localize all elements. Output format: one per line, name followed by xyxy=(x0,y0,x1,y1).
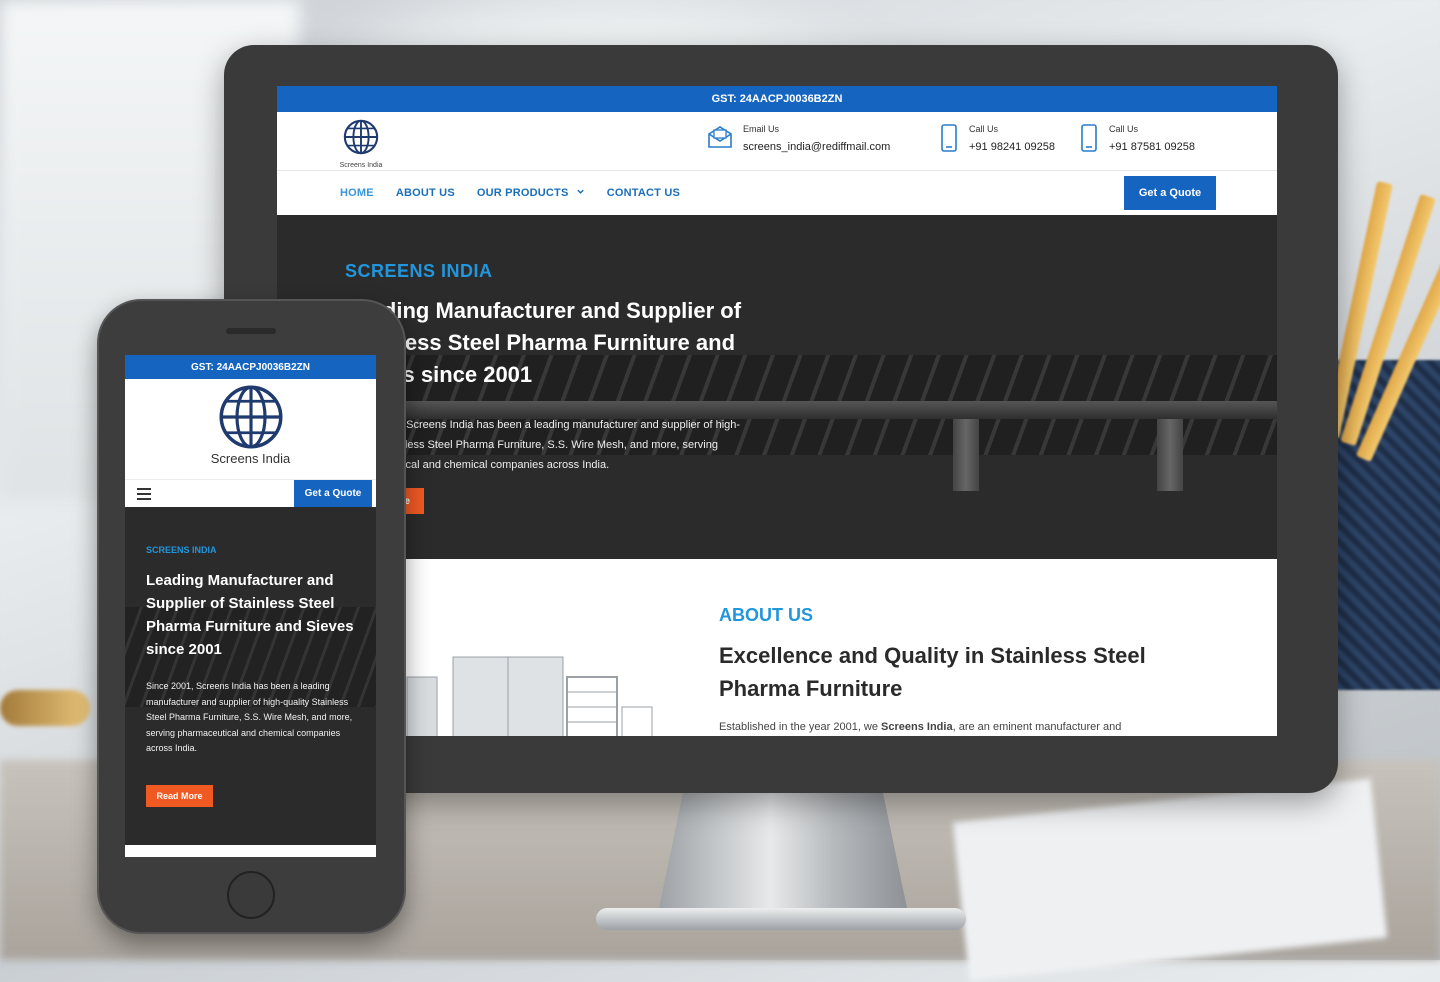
chevron-down-icon xyxy=(577,189,584,194)
mobile-read-more-button[interactable]: Read More xyxy=(146,785,213,807)
mobile-gst-bar: GST: 24AACPJ0036B2ZN xyxy=(125,355,376,379)
phone-icon xyxy=(941,124,957,152)
email-value[interactable]: screens_india@rediffmail.com xyxy=(743,141,890,153)
about-kicker: ABOUT US xyxy=(719,605,813,625)
hero-title: Leading Manufacturer and Supplier of Sta… xyxy=(345,298,742,387)
hero-kicker: SCREENS INDIA xyxy=(345,261,493,281)
email-contact[interactable]: Email Us screens_india@rediffmail.com xyxy=(707,124,890,153)
conveyor-leg xyxy=(953,419,979,491)
about-title: Excellence and Quality in Stainless Stee… xyxy=(719,643,1146,701)
nav-home[interactable]: HOME xyxy=(340,187,374,199)
about-text: Established in the year 2001, we Screens… xyxy=(719,721,1189,733)
main-nav: HOME ABOUT US OUR PRODUCTS CONTACT US Ge… xyxy=(277,171,1277,215)
hero-text: Since 2001, Screens India has been a lea… xyxy=(345,419,741,471)
mobile-phone: GST: 24AACPJ0036B2ZN Screens India Get a… xyxy=(97,299,406,934)
desktop-screen: GST: 24AACPJ0036B2ZN Screens India Email… xyxy=(277,86,1277,736)
phone-speaker xyxy=(226,328,276,334)
nav-about[interactable]: ABOUT US xyxy=(396,187,455,199)
call-value-1[interactable]: +91 98241 09258 xyxy=(969,141,1055,153)
about-text-prefix: Established in the year 2001, we xyxy=(719,721,882,733)
nav-products[interactable]: OUR PRODUCTS xyxy=(477,187,585,199)
hero-section: SCREENS INDIA Leading Manufacturer and S… xyxy=(277,215,1277,559)
conveyor-leg xyxy=(1157,419,1183,491)
mobile-hero-text: Since 2001, Screens India has been a lea… xyxy=(146,681,353,753)
pharma-furniture-image xyxy=(406,656,653,736)
mobile-get-quote-button[interactable]: Get a Quote xyxy=(294,480,372,507)
mobile-logo-text: Screens India xyxy=(210,451,291,466)
call-contact-2[interactable]: Call Us +91 87581 09258 xyxy=(1079,124,1195,153)
hamburger-icon[interactable] xyxy=(137,488,151,500)
mobile-nav: Get a Quote xyxy=(125,479,376,510)
about-text-bold: Screens India xyxy=(881,721,953,733)
nav-contact[interactable]: CONTACT US xyxy=(607,187,680,199)
about-section: ABOUT US Excellence and Quality in Stain… xyxy=(277,559,1277,736)
mobile-hero-kicker: SCREENS INDIA xyxy=(146,545,217,555)
globe-icon xyxy=(219,385,282,449)
about-text-suffix: , are an eminent manufacturer and xyxy=(952,721,1122,733)
call-contact-1[interactable]: Call Us +91 98241 09258 xyxy=(939,124,1055,153)
background-pen xyxy=(0,690,90,726)
monitor-stand-base xyxy=(596,908,966,930)
call-value-2[interactable]: +91 87581 09258 xyxy=(1109,141,1195,153)
logo-text: Screens India xyxy=(339,162,383,169)
gst-bar: GST: 24AACPJ0036B2ZN xyxy=(277,86,1277,112)
phone-icon xyxy=(1081,124,1097,152)
monitor-stand-neck xyxy=(658,793,908,913)
email-label: Email Us xyxy=(743,124,780,134)
mail-icon xyxy=(708,126,732,148)
mobile-hero-title: Leading Manufacturer and Supplier of Sta… xyxy=(146,572,354,658)
mobile-hero-section: SCREENS INDIA Leading Manufacturer and S… xyxy=(125,507,376,845)
phone-home-button[interactable] xyxy=(227,871,275,919)
site-logo[interactable]: Screens India xyxy=(338,118,384,169)
globe-icon xyxy=(343,119,379,155)
site-header: Screens India Email Us screens_india@red… xyxy=(277,112,1277,171)
pencils xyxy=(1323,180,1440,600)
call-label-1: Call Us xyxy=(969,124,999,134)
get-quote-button[interactable]: Get a Quote xyxy=(1124,176,1216,210)
mobile-screen: GST: 24AACPJ0036B2ZN Screens India Get a… xyxy=(125,355,376,857)
mobile-logo[interactable]: Screens India xyxy=(125,379,376,479)
call-label-2: Call Us xyxy=(1109,124,1139,134)
nav-products-label: OUR PRODUCTS xyxy=(476,187,569,199)
